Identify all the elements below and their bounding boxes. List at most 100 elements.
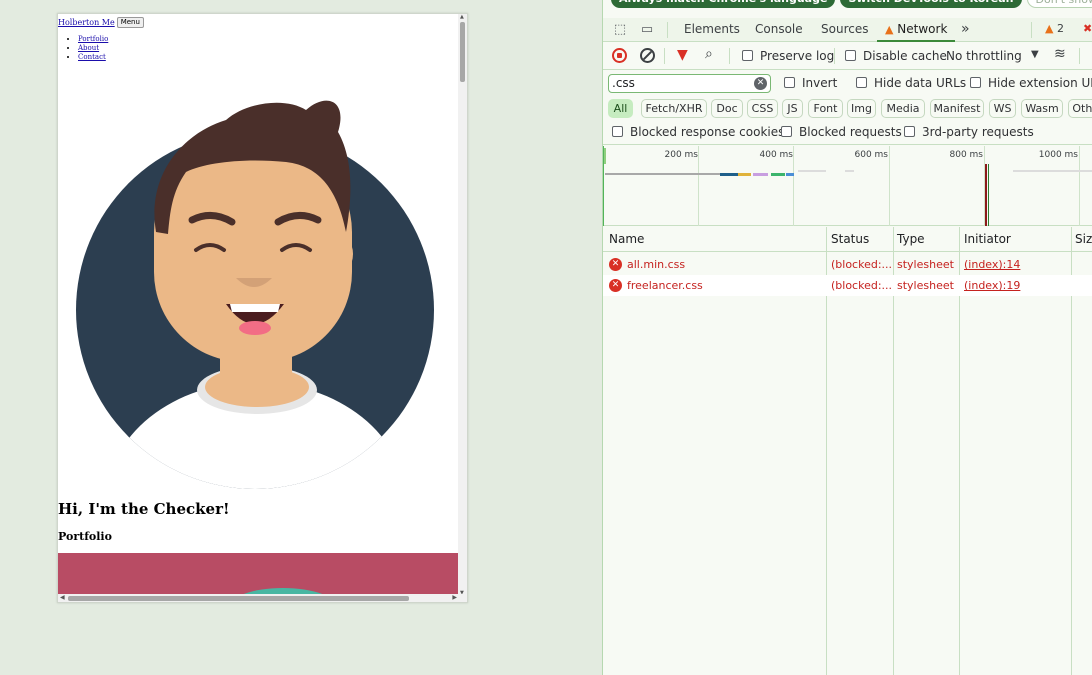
type-filter-doc[interactable]: Doc — [711, 99, 743, 118]
nav-item: About — [78, 44, 108, 53]
column-header-status[interactable]: Status — [831, 227, 869, 252]
warning-icon: ▲ — [885, 23, 894, 36]
tab-network-label: Network — [897, 22, 948, 36]
request-initiator-link[interactable]: (index):14 — [964, 254, 1020, 275]
request-initiator-link[interactable]: (index):19 — [964, 275, 1020, 296]
scroll-thumb[interactable] — [460, 22, 465, 82]
filter-input[interactable]: .css — [608, 74, 771, 93]
divider — [664, 48, 665, 64]
filter-bar: .css ✕ Invert Hide data URLs Hide extens… — [603, 71, 1092, 96]
type-filter-other[interactable]: Other — [1068, 99, 1092, 118]
preserve-log-checkbox[interactable] — [742, 50, 753, 61]
third-party-requests-checkbox[interactable] — [904, 126, 915, 137]
section-title: Portfolio — [58, 530, 112, 543]
disable-cache-label: Disable cache — [863, 49, 947, 63]
inspect-element-icon[interactable]: ⬚ — [611, 21, 629, 39]
tab-sources[interactable]: Sources — [821, 18, 868, 42]
type-filter-img[interactable]: Img — [847, 99, 876, 118]
divider — [729, 48, 730, 64]
scroll-thumb[interactable] — [68, 596, 409, 601]
clear-icon[interactable] — [640, 48, 655, 63]
hide-data-urls-label: Hide data URLs — [874, 76, 967, 90]
infobar-dismiss-button[interactable]: Don't show again — [1026, 0, 1092, 8]
table-row[interactable]: ✕ all.min.css (blocked:... stylesheet (i… — [603, 254, 1092, 275]
hide-data-urls-checkbox[interactable] — [856, 77, 867, 88]
blocked-requests-checkbox[interactable] — [781, 126, 792, 137]
type-filter-all[interactable]: All — [608, 99, 633, 118]
avatar-illustration — [76, 100, 434, 489]
error-count-icon[interactable]: ✖ — [1083, 18, 1092, 42]
request-status: (blocked:... — [831, 258, 893, 271]
type-filter-bar: All Fetch/XHR Doc CSS JS Font Img Media … — [603, 96, 1092, 120]
blocked-response-cookies-checkbox[interactable] — [612, 126, 623, 137]
error-icon: ✕ — [609, 279, 622, 292]
scroll-left-icon[interactable]: ◀ — [60, 594, 65, 602]
column-header-initiator[interactable]: Initiator — [964, 227, 1011, 252]
portfolio-item[interactable] — [58, 553, 459, 596]
type-filter-manifest[interactable]: Manifest — [930, 99, 984, 118]
nav-link-contact[interactable]: Contact — [78, 53, 106, 61]
warning-icon: ▲ — [1045, 22, 1054, 35]
type-filter-wasm[interactable]: Wasm — [1021, 99, 1063, 118]
nav-link-portfolio[interactable]: Portfolio — [78, 35, 108, 43]
horizontal-scrollbar[interactable]: ◀ ▶ — [58, 594, 467, 602]
timeline-tick: 1000 ms — [1038, 150, 1078, 160]
timeline-bar — [771, 173, 785, 176]
hide-extension-urls-checkbox[interactable] — [970, 77, 981, 88]
hide-extension-urls-label: Hide extension URLs — [988, 76, 1092, 90]
hero-title: Hi, I'm the Checker! — [58, 500, 230, 518]
timeline-bar — [738, 173, 751, 176]
disable-cache-checkbox[interactable] — [845, 50, 856, 61]
filter-icon[interactable]: ▼ — [677, 47, 688, 63]
clear-filter-icon[interactable]: ✕ — [754, 77, 767, 90]
invert-label: Invert — [802, 76, 838, 90]
timeline-bar — [845, 170, 854, 172]
divider — [667, 22, 668, 38]
double-chevron-right-icon[interactable]: » — [961, 18, 970, 42]
nav-link-about[interactable]: About — [78, 44, 99, 52]
menu-button[interactable]: Menu — [116, 17, 144, 28]
timeline-bar — [798, 170, 826, 172]
vertical-scrollbar[interactable]: ▲ ▼ — [458, 14, 467, 596]
type-filter-css[interactable]: CSS — [747, 99, 778, 118]
network-overview-timeline[interactable]: 200 ms 400 ms 600 ms 800 ms 1000 ms — [603, 146, 1092, 226]
divider — [1079, 48, 1080, 64]
scroll-up-icon[interactable]: ▲ — [460, 14, 464, 20]
brand-link[interactable]: Holberton Me — [58, 18, 115, 27]
device-toolbar-icon[interactable]: ▭ — [638, 21, 656, 39]
column-header-size[interactable]: Size — [1075, 227, 1092, 252]
timeline-gridline — [1079, 146, 1080, 226]
error-icon: ✕ — [609, 258, 622, 271]
type-filter-ws[interactable]: WS — [989, 99, 1016, 118]
type-filter-font[interactable]: Font — [808, 99, 843, 118]
type-filter-media[interactable]: Media — [881, 99, 925, 118]
tab-elements[interactable]: Elements — [684, 18, 740, 42]
tab-console[interactable]: Console — [755, 18, 803, 42]
timeline-bar — [1013, 170, 1092, 172]
invert-checkbox[interactable] — [784, 77, 795, 88]
divider — [1031, 22, 1032, 38]
request-type: stylesheet — [897, 258, 954, 271]
request-status: (blocked:... — [831, 279, 893, 292]
infobar-button[interactable]: Switch DevTools to Korean — [840, 0, 1022, 8]
throttling-select[interactable]: No throttling — [946, 49, 1022, 63]
issues-counter[interactable]: ▲ 2 — [1045, 18, 1064, 42]
scroll-right-icon[interactable]: ▶ — [452, 594, 457, 602]
infobar-button[interactable]: Always match Chrome's language — [611, 0, 836, 8]
timeline-bar — [605, 173, 720, 175]
column-header-name[interactable]: Name — [609, 227, 644, 252]
column-header-type[interactable]: Type — [897, 227, 925, 252]
request-name: all.min.css — [627, 258, 686, 271]
type-filter-fetch-xhr[interactable]: Fetch/XHR — [641, 99, 707, 118]
type-filter-js[interactable]: JS — [782, 99, 803, 118]
chevron-down-icon[interactable]: ▼ — [1031, 49, 1039, 60]
record-stop-icon[interactable] — [612, 48, 627, 63]
table-row[interactable]: ✕ freelancer.css (blocked:... stylesheet… — [603, 275, 1092, 296]
tab-network[interactable]: ▲ Network — [877, 18, 956, 42]
timeline-tick: 800 ms — [949, 150, 984, 160]
request-type: stylesheet — [897, 279, 954, 292]
network-conditions-icon[interactable]: ≋ — [1054, 46, 1066, 62]
blocked-filter-bar: Blocked response cookies Blocked request… — [603, 121, 1092, 145]
timeline-tick: 400 ms — [759, 150, 794, 160]
search-icon[interactable]: ⌕ — [705, 46, 713, 62]
